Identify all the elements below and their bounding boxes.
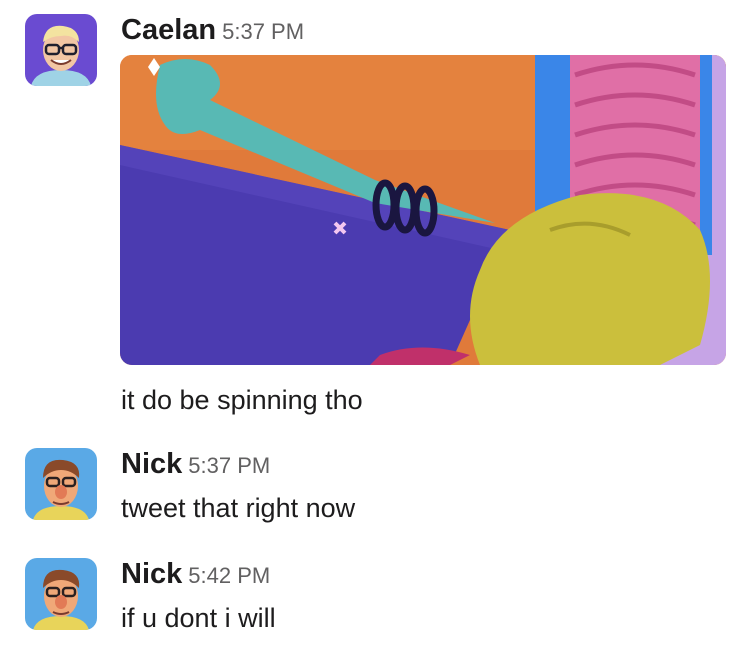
gif-image (120, 55, 726, 365)
message-text: if u dont i will (121, 603, 276, 633)
message-1: Caelan 5:37 PM it do be spinning tho (0, 0, 750, 430)
caelan-avatar-image (25, 14, 97, 86)
avatar[interactable] (25, 448, 97, 520)
avatar[interactable] (25, 14, 97, 86)
message-header: Nick 5:37 PM (121, 448, 270, 481)
nick-avatar-image (25, 558, 97, 630)
message-header: Caelan 5:37 PM (121, 14, 304, 47)
timestamp[interactable]: 5:37 PM (222, 19, 304, 44)
message-3: Nick 5:42 PM if u dont i will (0, 540, 750, 648)
message-text: it do be spinning tho (121, 385, 363, 415)
nick-avatar-image (25, 448, 97, 520)
author-name[interactable]: Nick (121, 448, 182, 480)
author-name[interactable]: Caelan (121, 14, 216, 46)
timestamp[interactable]: 5:42 PM (188, 563, 270, 588)
gif-attachment[interactable] (120, 55, 726, 365)
timestamp[interactable]: 5:37 PM (188, 453, 270, 478)
message-text: tweet that right now (121, 493, 356, 523)
message-2: Nick 5:37 PM tweet that right now (0, 430, 750, 535)
avatar[interactable] (25, 558, 97, 630)
message-header: Nick 5:42 PM (121, 558, 270, 591)
author-name[interactable]: Nick (121, 558, 182, 590)
